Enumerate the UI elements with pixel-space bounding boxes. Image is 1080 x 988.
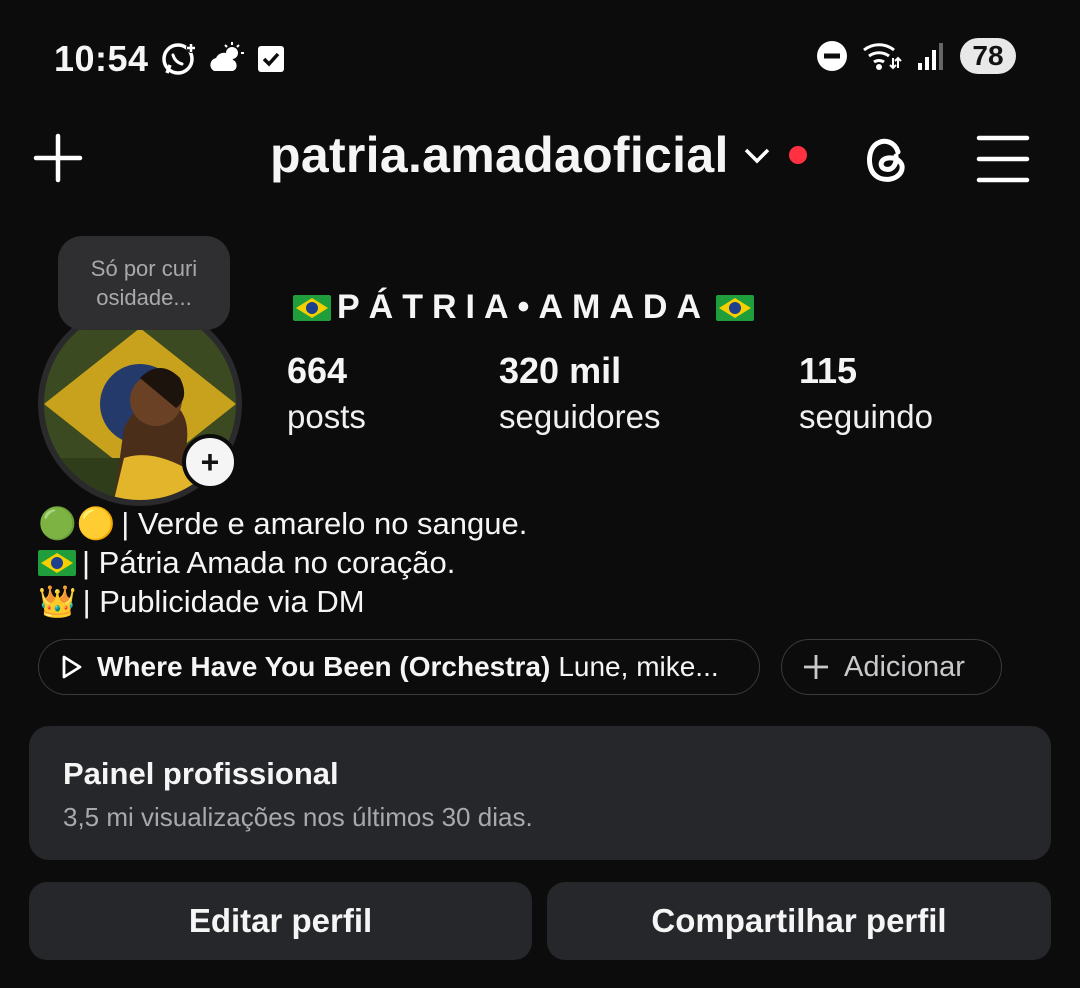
profile-note-bubble[interactable]: Só por curi osidade... (58, 236, 230, 330)
bio-emoji: 🟢🟡 (38, 506, 116, 541)
status-left-icons (160, 40, 286, 78)
brazil-flag-icon (716, 294, 754, 321)
weather-icon (210, 42, 244, 71)
bio-text: | Publicidade via DM (82, 584, 365, 619)
stat-followers[interactable]: 320 mil seguidores (499, 350, 660, 436)
bio-line: | Pátria Amada no coração. (38, 543, 527, 582)
brazil-flag-icon (293, 294, 331, 321)
stat-value: 115 (799, 350, 858, 391)
music-artist: Lune, mike... (558, 651, 719, 682)
bio: 🟢🟡 | Verde e amarelo no sangue. | Pátria… (38, 504, 527, 621)
create-plus-icon[interactable] (30, 130, 86, 186)
stat-label: seguidores (499, 398, 661, 435)
professional-dashboard[interactable]: Painel profissional 3,5 mi visualizações… (29, 726, 1051, 860)
status-time: 10:54 (54, 38, 149, 79)
edit-profile-button[interactable]: Editar perfil (29, 882, 532, 960)
battery-indicator: 78 (960, 38, 1016, 74)
status-right: 78 (816, 38, 1016, 74)
bio-text: | Verde e amarelo no sangue. (121, 506, 528, 541)
brazil-flag-icon (38, 549, 76, 576)
bio-line: 🟢🟡 | Verde e amarelo no sangue. (38, 504, 527, 543)
display-name-text: PÁTRIA•AMADA (337, 288, 710, 326)
stat-label: posts (287, 398, 366, 435)
stat-following[interactable]: 115 seguindo (799, 350, 933, 436)
dnd-icon (817, 41, 847, 71)
signal-icon (918, 43, 943, 70)
threads-icon[interactable] (858, 130, 916, 188)
wifi-icon (863, 43, 902, 70)
add-story-button[interactable]: + (182, 434, 238, 490)
dashboard-subtitle: 3,5 mi visualizações nos últimos 30 dias… (63, 802, 533, 832)
username: patria.amadaoficial (270, 127, 729, 183)
play-icon (62, 655, 82, 679)
stat-label: seguindo (799, 398, 933, 435)
dashboard-title: Painel profissional (63, 756, 339, 791)
whatsapp-icon (162, 43, 196, 75)
add-link-chip[interactable]: Adicionar (781, 639, 1002, 695)
profile-music-chip[interactable]: Where Have You Been (Orchestra) Lune, mi… (38, 639, 760, 695)
display-name: PÁTRIA•AMADA (287, 288, 760, 327)
music-title: Where Have You Been (Orchestra) (97, 651, 551, 682)
stat-value: 320 mil (499, 350, 622, 391)
bio-text: | Pátria Amada no coração. (82, 545, 456, 580)
share-profile-button[interactable]: Compartilhar perfil (547, 882, 1051, 960)
plus-icon (804, 655, 828, 679)
stat-posts[interactable]: 664 posts (287, 350, 366, 436)
hamburger-menu-icon[interactable] (976, 132, 1030, 186)
bio-line: 👑 | Publicidade via DM (38, 582, 527, 621)
checkbox-icon (258, 46, 284, 72)
account-switcher[interactable]: patria.amadaoficial (270, 126, 807, 184)
notification-dot (788, 146, 807, 164)
add-chip-label: Adicionar (844, 650, 965, 683)
stat-value: 664 (287, 350, 348, 391)
chevron-down-icon (744, 148, 769, 164)
bio-emoji: 👑 (38, 584, 77, 619)
